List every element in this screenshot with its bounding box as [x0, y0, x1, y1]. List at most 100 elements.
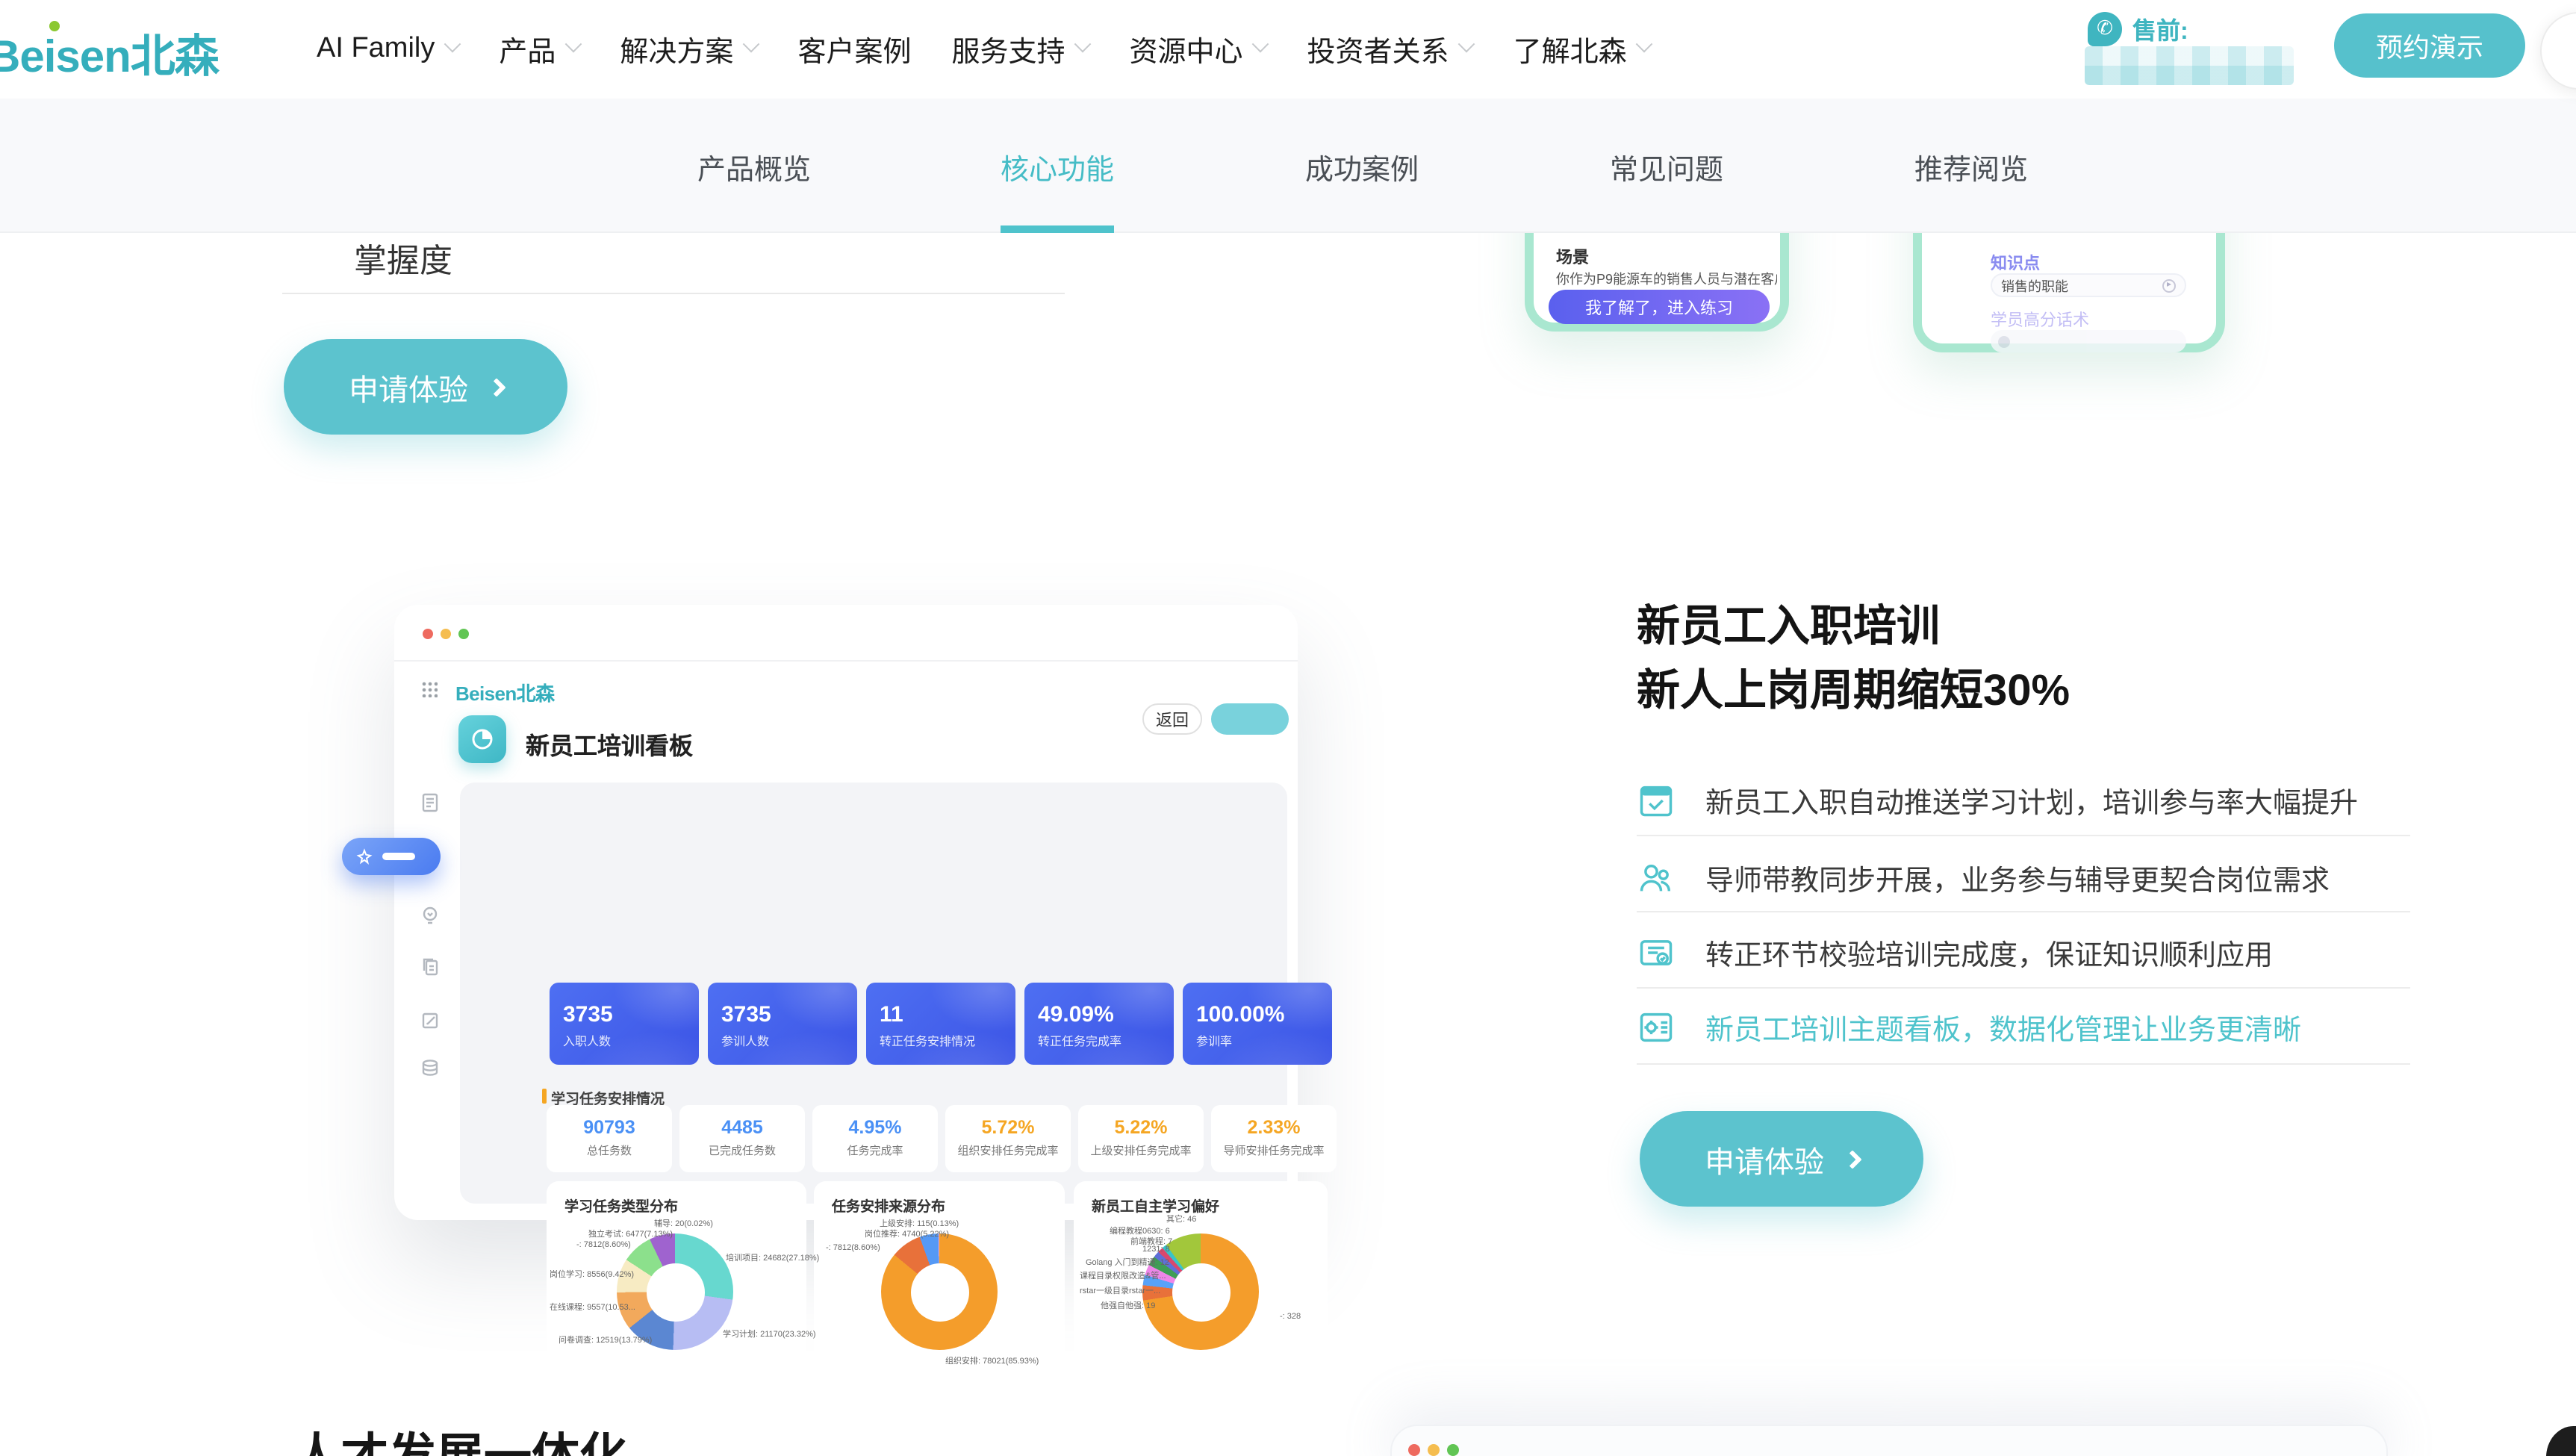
donut-label: 组织安排: 78021(85.93%) [945, 1354, 1039, 1366]
stat-card: 3735参训人数 [708, 983, 857, 1065]
avatar [1998, 335, 2010, 347]
stat-card: 2.33%导师安排任务完成率 [1211, 1105, 1337, 1172]
mentor-people-icon [1637, 859, 1676, 897]
page: 场景 你作为P9能源车的销售人员与潜在客户的初次接 我了解了，进入练习 知识点 … [0, 0, 2576, 1456]
presale-contact: ✆ 售前: [2088, 10, 2188, 46]
play-icon[interactable]: ▸ [2162, 279, 2176, 292]
divider [1637, 835, 2410, 836]
chevron-down-icon [444, 36, 461, 53]
donut-label: 独立考试: 6477(7.13%) [588, 1228, 673, 1239]
stat-card: 4.95%任务完成率 [812, 1105, 938, 1172]
top-navigation: Beisen北森 AI Family 产品 解决方案 客户案例 服务支持 资源中… [0, 0, 2576, 99]
tab-faq[interactable]: 常见问题 [1599, 148, 1734, 188]
nav-item-ai-family[interactable]: AI Family [317, 33, 458, 66]
clipboard-icon[interactable] [420, 791, 441, 812]
floating-circle-button[interactable] [2540, 12, 2576, 90]
logo-green-dot-icon [49, 21, 60, 31]
next-mockup-window [1390, 1425, 2388, 1456]
close-window-icon [1408, 1444, 1420, 1456]
active-tab-underline [1001, 225, 1114, 233]
lightbulb-icon[interactable] [420, 905, 441, 926]
chart-title: 任务安排来源分布 [832, 1195, 945, 1216]
chevron-right-icon [486, 377, 505, 396]
back-button[interactable]: 返回 [1142, 703, 1202, 735]
donut-label: 他强自他强: 19 [1101, 1299, 1155, 1311]
stat-card: 4485已完成任务数 [679, 1105, 805, 1172]
window-titlebar [394, 605, 1298, 662]
donut-label: 在线课程: 9557(10.53... [550, 1301, 635, 1313]
donut-label: 学习计划: 21170(23.32%) [723, 1328, 816, 1340]
nav-item-investor-relations[interactable]: 投资者关系 [1307, 29, 1473, 69]
nav-item-about-beisen[interactable]: 了解北森 [1513, 29, 1651, 69]
close-window-icon[interactable] [423, 629, 433, 639]
zoom-window-icon[interactable] [458, 629, 469, 639]
divider [1637, 911, 2410, 912]
feature-bullet-text: 新员工入职自动推送学习计划，培训参与率大幅提升 [1705, 780, 2358, 821]
book-demo-button[interactable]: 预约演示 [2334, 13, 2525, 78]
apply-trial-button[interactable]: 申请体验 [284, 339, 567, 435]
feature-bullet: 导师带教同步开展，业务参与辅导更契合岗位需求 [1637, 851, 2413, 905]
chevron-down-icon [1252, 36, 1269, 53]
donut-label: 岗位学习: 8556(9.42%) [550, 1268, 634, 1280]
chart-title: 新员工自主学习偏好 [1092, 1195, 1219, 1216]
presale-label: 售前: [2132, 10, 2188, 46]
pie-chart-app-icon [458, 715, 506, 763]
dashboard-gear-icon [1637, 1008, 1676, 1047]
copy-documents-icon[interactable] [420, 956, 441, 977]
knowledge-point-value: 销售的职能 [2001, 276, 2068, 295]
edit-pen-icon[interactable] [420, 1009, 441, 1030]
corner-image-fragment [2546, 1426, 2576, 1456]
stat-card: 3735入职人数 [550, 983, 699, 1065]
nav-item-products[interactable]: 产品 [499, 29, 579, 69]
voice-sample-row [1991, 330, 2186, 352]
feature-bullet-active[interactable]: 新员工培训主题看板，数据化管理让业务更清晰 [1637, 1001, 2413, 1054]
tab-core-features[interactable]: 核心功能 [990, 148, 1124, 188]
database-icon[interactable] [420, 1057, 441, 1078]
donut-chart-card: 任务安排来源分布 上级安排: 115(0.13%) 岗位推荐: 4740(5.2… [814, 1181, 1065, 1372]
next-section-heading: 人才发展一体化 [293, 1419, 627, 1456]
brand-logo[interactable]: Beisen北森 [0, 19, 219, 85]
nav-item-customer-cases[interactable]: 客户案例 [797, 29, 911, 69]
donut-label: 培训项目: 24682(27.18%) [726, 1251, 819, 1263]
window-traffic-lights [1408, 1444, 1459, 1456]
nav-item-solutions[interactable]: 解决方案 [620, 29, 757, 69]
tab-product-overview[interactable]: 产品概览 [687, 148, 821, 188]
chevron-down-icon [565, 36, 582, 53]
stat-card: 90793总任务数 [547, 1105, 672, 1172]
knowledge-card-title: 知识点 [1991, 251, 2040, 275]
stat-card: 11转正任务安排情况 [866, 983, 1015, 1065]
tab-recommended-reading[interactable]: 推荐阅览 [1904, 148, 2038, 188]
nav-item-resources[interactable]: 资源中心 [1130, 29, 1267, 69]
stat-card: 5.72%组织安排任务完成率 [945, 1105, 1071, 1172]
feature-bullet-text: 转正环节校验培训完成度，保证知识顺利应用 [1705, 933, 2273, 973]
knowledge-point-field[interactable]: 销售的职能 ▸ [1991, 273, 2186, 297]
magic-star-icon [355, 847, 373, 865]
app-grid-icon[interactable] [421, 681, 438, 697]
donut-label: rstar一级目录rstar一... [1080, 1284, 1160, 1296]
feature-bullet-text: 新员工培训主题看板，数据化管理让业务更清晰 [1705, 1007, 2301, 1048]
apply-trial-button[interactable]: 申请体验 [1640, 1111, 1923, 1207]
enter-practice-button[interactable]: 我了解了，进入练习 [1549, 290, 1770, 324]
clipped-intro-text: 掌握度 [354, 234, 452, 282]
knowledge-card-subtitle: 学员高分话术 [1991, 308, 2089, 332]
feature-heading-line1: 新员工入职培训 [1637, 596, 2070, 660]
nav-item-support[interactable]: 服务支持 [951, 29, 1089, 69]
dashboard-panel: 3735入职人数 3735参训人数 11转正任务安排情况 49.09%转正任务完… [460, 783, 1287, 1204]
scene-card-title: 场景 [1556, 245, 1589, 269]
chevron-down-icon [1074, 36, 1092, 53]
donut-chart [881, 1233, 998, 1350]
donut-label: Golang 入门到精通: 12 [1086, 1256, 1169, 1268]
donut-label: -: 328 [1280, 1313, 1301, 1322]
donut-label: 问卷调查: 12519(13.79%) [559, 1334, 652, 1345]
tab-success-cases[interactable]: 成功案例 [1295, 148, 1429, 188]
dashboard-brand-logo: Beisen北森 [455, 678, 554, 706]
blurred-primary-button[interactable] [1211, 703, 1289, 735]
donut-label: 其它: 46 [1166, 1213, 1196, 1225]
phone-number-blurred [2085, 46, 2294, 85]
chevron-right-icon [1842, 1149, 1861, 1168]
minimize-window-icon[interactable] [441, 629, 451, 639]
donut-chart [617, 1233, 733, 1350]
chevron-down-icon [743, 36, 760, 53]
ai-assistant-pill[interactable] [342, 838, 441, 875]
divider [282, 293, 1065, 294]
